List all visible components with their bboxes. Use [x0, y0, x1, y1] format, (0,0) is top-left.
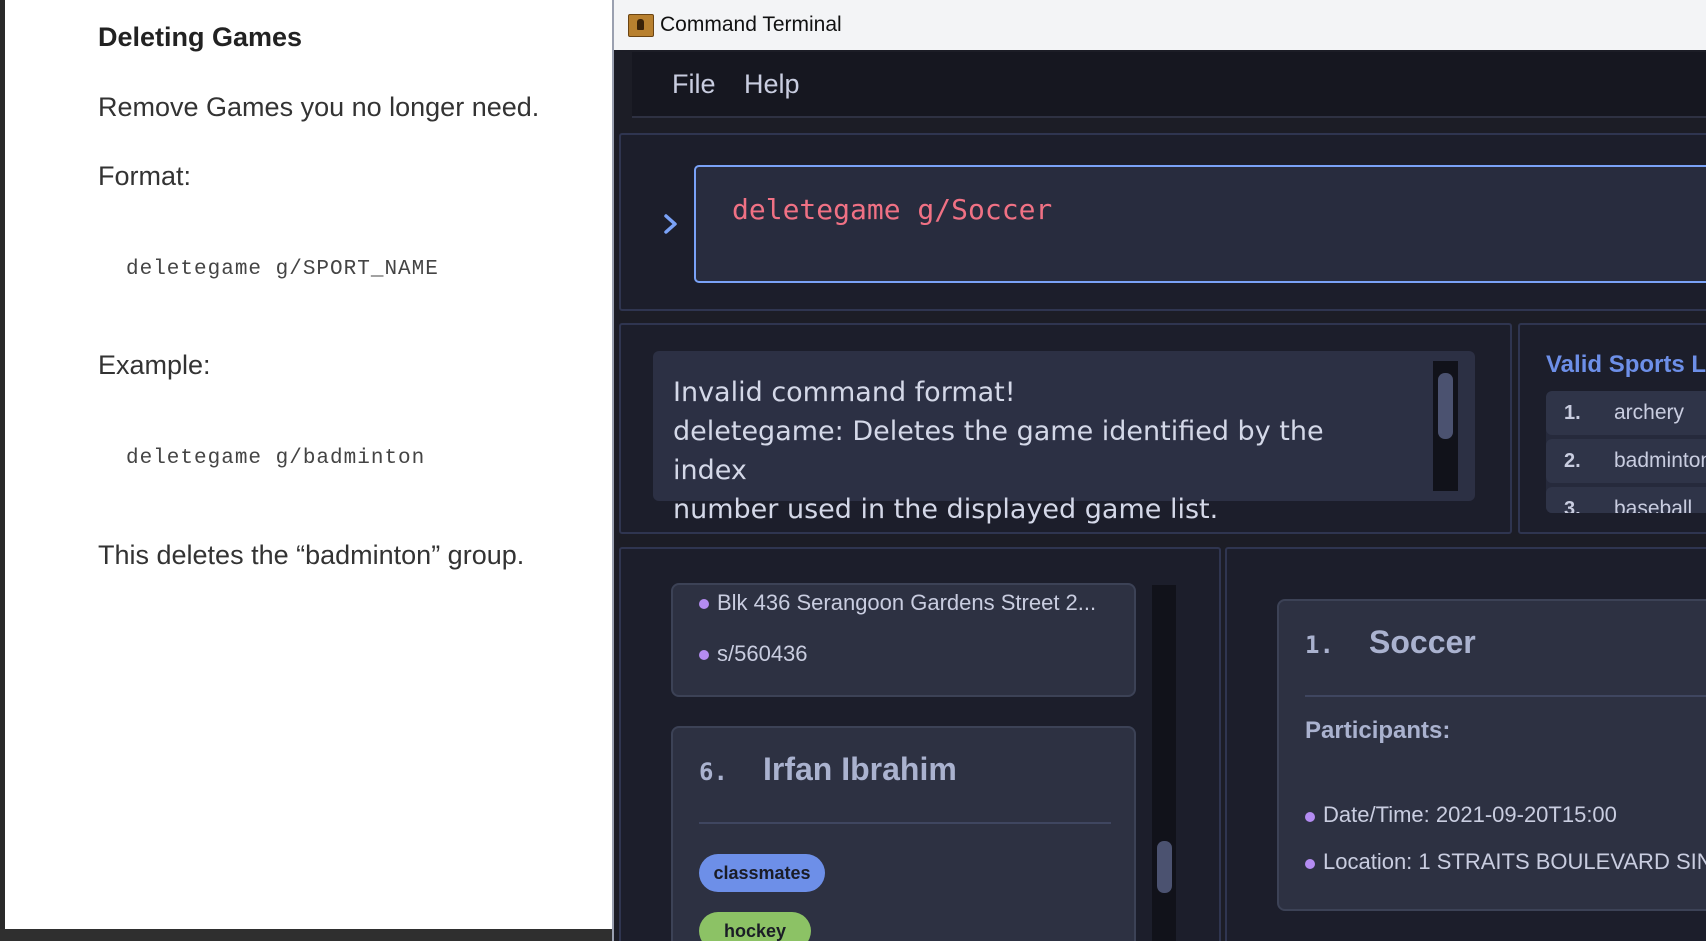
- person-list-scrollbar[interactable]: [1152, 585, 1176, 941]
- person-name: Irfan Ibrahim: [763, 751, 957, 787]
- page-edge: [0, 0, 5, 941]
- app-icon: [628, 14, 654, 37]
- result-line: number used in the displayed game list.: [673, 494, 1219, 525]
- sports-list[interactable]: 1. archery 2. badminton 3. baseball: [1546, 391, 1706, 513]
- divider: [1305, 695, 1706, 697]
- game-name: Soccer: [1369, 624, 1476, 660]
- person-list-scrollbar-thumb[interactable]: [1157, 841, 1172, 893]
- command-input-text: deletegame g/Soccer: [732, 193, 1053, 226]
- menu-bar: File Help: [632, 52, 1706, 118]
- person-card[interactable]: 6. Irfan Ibrahim classmates hockey: [671, 726, 1136, 941]
- person-address: Blk 436 Serangoon Gardens Street 2...: [717, 590, 1097, 615]
- sport-name: archery: [1614, 401, 1685, 424]
- example-label-text: Example: [98, 350, 204, 380]
- result-line: Invalid command format!: [673, 377, 1016, 408]
- game-location: Location: 1 STRAITS BOULEVARD SINGAPORE: [1323, 849, 1706, 874]
- example-code: deletegame g/badminton: [126, 447, 426, 470]
- user-guide-page: Deleting Games Remove Games you no longe…: [0, 0, 612, 941]
- intro-text: Remove Games you no longer need.: [98, 92, 540, 122]
- command-terminal-window: Command Terminal File Help deletegame g/…: [612, 0, 1706, 941]
- game-index: 1.: [1305, 631, 1334, 659]
- tag-hockey: hockey: [699, 912, 811, 941]
- sports-list-title: Valid Sports List: [1546, 351, 1706, 378]
- sport-item[interactable]: 3. baseball: [1546, 487, 1706, 513]
- bullet-icon: [1305, 812, 1315, 822]
- explanation-text: This deletes the “badminton” group.: [98, 540, 525, 570]
- section-heading: Deleting Games: [98, 22, 303, 52]
- person-index: 6.: [699, 758, 728, 786]
- result-display-panel: Invalid command format! deletegame: Dele…: [619, 323, 1512, 534]
- sport-item[interactable]: 2. badminton: [1546, 439, 1706, 483]
- format-code: deletegame g/SPORT_NAME: [126, 258, 439, 281]
- result-message: Invalid command format! deletegame: Dele…: [673, 373, 1393, 529]
- sport-number: 3.: [1564, 498, 1581, 513]
- chevron-right-icon: [664, 214, 677, 234]
- tag-classmates: classmates: [699, 854, 825, 892]
- result-scrollbar[interactable]: [1433, 361, 1458, 491]
- taskbar-strip: [0, 929, 612, 941]
- sport-name: baseball: [1614, 497, 1693, 513]
- divider: [699, 822, 1111, 824]
- game-datetime: Date/Time: 2021-09-20T15:00: [1323, 802, 1617, 827]
- menu-help[interactable]: Help: [744, 69, 800, 100]
- format-label-text: Format: [98, 161, 184, 191]
- person-postal: s/560436: [717, 641, 808, 666]
- title-bar[interactable]: Command Terminal: [614, 0, 1706, 50]
- result-display[interactable]: Invalid command format! deletegame: Dele…: [653, 351, 1475, 525]
- game-list-panel: 1. Soccer Participants: Date/Time: 2021-…: [1225, 547, 1706, 941]
- person-list-panel: Blk 436 Serangoon Gardens Street 2... s/…: [619, 547, 1221, 941]
- game-card[interactable]: 1. Soccer Participants: Date/Time: 2021-…: [1277, 599, 1706, 911]
- window-title: Command Terminal: [660, 13, 842, 36]
- example-label: Example:: [98, 350, 211, 380]
- result-line: deletegame: Deletes the game identified …: [673, 416, 1324, 486]
- format-label: Format:: [98, 161, 192, 191]
- bullet-icon: [699, 650, 709, 660]
- sport-number: 1.: [1564, 402, 1581, 424]
- command-box-panel: deletegame g/Soccer: [619, 133, 1706, 311]
- bullet-icon: [1305, 859, 1315, 869]
- person-card[interactable]: Blk 436 Serangoon Gardens Street 2... s/…: [671, 583, 1136, 697]
- menu-file[interactable]: File: [672, 69, 716, 100]
- participants-label: Participants:: [1305, 717, 1451, 744]
- sport-item[interactable]: 1. archery: [1546, 391, 1706, 435]
- command-input[interactable]: deletegame g/Soccer: [694, 165, 1706, 283]
- sport-name: badminton: [1614, 449, 1706, 472]
- sports-list-panel: Valid Sports List 1. archery 2. badminto…: [1518, 323, 1706, 534]
- sport-number: 2.: [1564, 450, 1581, 472]
- result-scrollbar-thumb[interactable]: [1438, 373, 1453, 439]
- bullet-icon: [699, 599, 709, 609]
